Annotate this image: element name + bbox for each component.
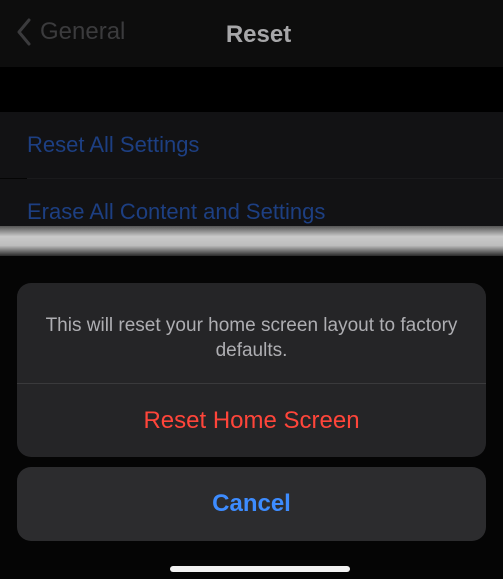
navigation-bar: General Reset bbox=[0, 0, 503, 67]
screen-glare-band bbox=[0, 226, 503, 256]
cancel-button[interactable]: Cancel bbox=[17, 467, 486, 541]
settings-row-label: Erase All Content and Settings bbox=[27, 199, 326, 224]
settings-row-reset-all[interactable]: Reset All Settings bbox=[0, 112, 503, 178]
phone-screen: General Reset Reset All Settings Erase A… bbox=[0, 0, 503, 579]
action-sheet-message: This will reset your home screen layout … bbox=[45, 315, 458, 361]
home-indicator[interactable] bbox=[170, 566, 350, 572]
page-title: Reset bbox=[225, 21, 292, 48]
action-sheet: This will reset your home screen layout … bbox=[17, 283, 486, 457]
settings-row-label: Reset All Settings bbox=[27, 132, 200, 157]
group-spacer bbox=[0, 67, 503, 112]
reset-home-screen-button[interactable]: Reset Home Screen bbox=[17, 384, 486, 457]
